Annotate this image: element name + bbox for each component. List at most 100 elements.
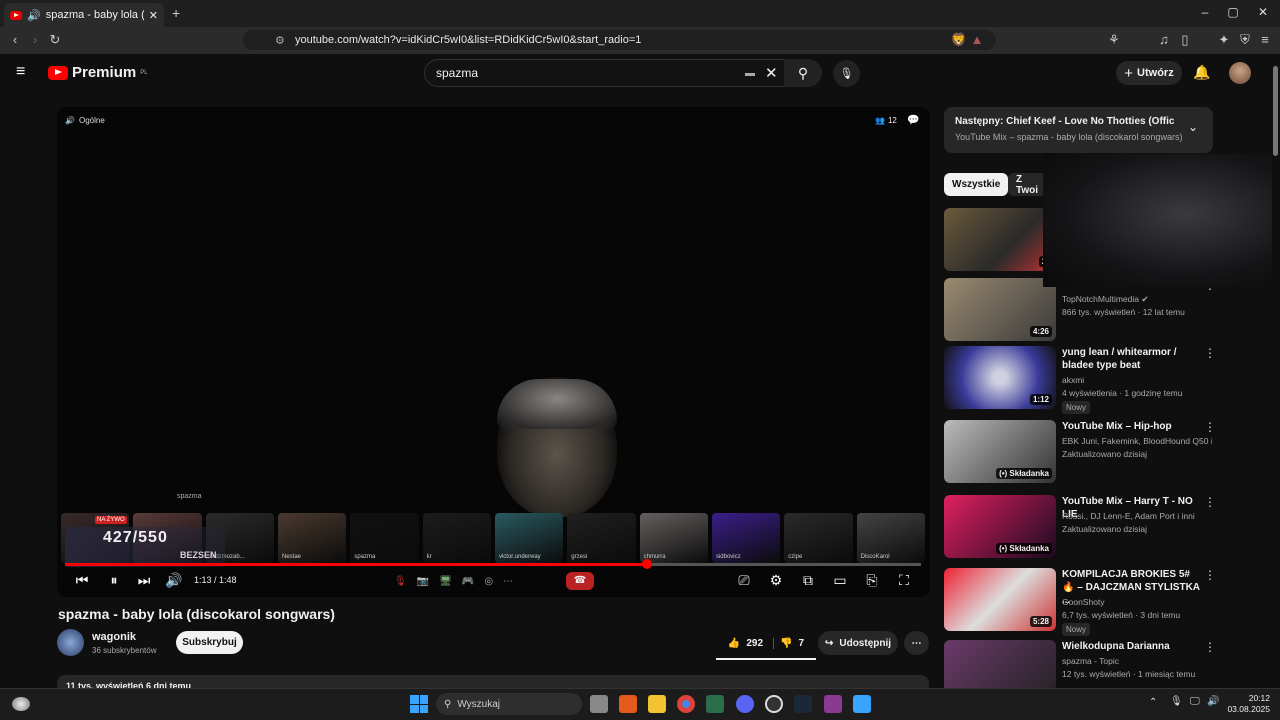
video-thumbnail[interactable]: (•) Składanka	[944, 420, 1056, 483]
participant-tile[interactable]: chmurra	[639, 513, 708, 563]
chip-all[interactable]: Wszystkie	[944, 173, 1009, 196]
chip-from-channel[interactable]: Z Twoi	[1008, 173, 1048, 196]
browser-tab[interactable]: 🔊 spazma - baby lola (discokarol ✕	[4, 3, 164, 27]
channel-avatar[interactable]	[57, 629, 84, 656]
participant-tile[interactable]: spazma	[350, 513, 419, 563]
minimize-button[interactable]: –	[1190, 5, 1220, 19]
chevron-down-icon[interactable]: ⌄	[1188, 120, 1198, 134]
create-button[interactable]: + Utwórz	[1116, 61, 1182, 85]
chat-icon[interactable]: 💬	[907, 115, 919, 126]
settings-icon[interactable]: ⚙	[765, 572, 787, 589]
video-thumbnail[interactable]: 5:28	[944, 568, 1056, 631]
mute-mic-icon[interactable]: 🎙	[394, 576, 407, 587]
task-view-icon[interactable]	[590, 695, 608, 713]
theater-mode-icon[interactable]: ▭	[829, 572, 851, 589]
sidebar-icon[interactable]: ▯	[1176, 31, 1194, 49]
video-thumbnail[interactable]: 2:	[944, 208, 1056, 271]
forward-icon[interactable]: ›	[26, 31, 44, 49]
participant-tile[interactable]: DiscoKarol	[856, 513, 925, 563]
menu-icon[interactable]: ≡	[1256, 31, 1274, 49]
pause-icon[interactable]: ⏸	[103, 572, 125, 589]
search-input[interactable]: spazma ▬ ✕	[424, 59, 785, 87]
audio-icon[interactable]: 🔊	[27, 9, 41, 22]
more-options-icon[interactable]: ⋮	[1204, 346, 1216, 360]
tray-chevron-icon[interactable]: ⌃	[1149, 697, 1157, 708]
volume-tray-icon[interactable]: 🔊	[1207, 696, 1219, 707]
steam-icon[interactable]	[794, 695, 812, 713]
tab-close-icon[interactable]: ✕	[149, 9, 158, 22]
more-options-icon[interactable]: ⋮	[1204, 568, 1216, 582]
video-thumbnail[interactable]: 4:26	[944, 278, 1056, 341]
maximize-button[interactable]: ▢	[1218, 5, 1248, 19]
channel-name[interactable]: wagonik	[92, 631, 136, 643]
more-call-icon[interactable]: ⋯	[503, 576, 513, 587]
reload-icon[interactable]: ↻	[46, 31, 64, 49]
new-tab-button[interactable]: +	[172, 5, 180, 21]
brave-rewards-icon[interactable]: ▲	[968, 31, 986, 49]
playlist-panel-header[interactable]: Następny: Chief Keef - Love No Thotties …	[944, 107, 1213, 153]
video-thumbnail[interactable]: (•) Składanka	[944, 495, 1056, 558]
subtitles-icon[interactable]: ⎚	[733, 572, 755, 589]
search-button[interactable]: ⚲	[784, 59, 822, 87]
file-explorer-icon[interactable]	[648, 695, 666, 713]
vpn-icon[interactable]: ⛨	[1236, 31, 1254, 49]
participant-tile[interactable]: grzesi	[567, 513, 636, 563]
system-clock[interactable]: 20:12 03.08.2025	[1224, 693, 1270, 715]
brave-shields-icon[interactable]: 🦁	[950, 31, 968, 49]
clock-app-icon[interactable]	[765, 695, 783, 713]
taskbar-search[interactable]: ⚲ Wyszukaj	[436, 693, 582, 715]
network-icon[interactable]: 🖵	[1190, 696, 1200, 707]
site-settings-icon[interactable]: ⚙	[275, 34, 285, 47]
widgets-icon[interactable]	[12, 697, 30, 711]
windows-start-icon[interactable]	[410, 695, 428, 713]
winrar-icon[interactable]	[824, 695, 842, 713]
scrubber-handle[interactable]	[642, 559, 653, 569]
participant-tile[interactable]: sidbovicz	[711, 513, 781, 563]
dislike-button[interactable]: 👎 7	[780, 638, 804, 649]
related-video-item[interactable]: (•) Składanka YouTube Mix – Hip-hop EBK Ju…	[944, 420, 1216, 486]
account-avatar[interactable]	[1229, 62, 1251, 84]
related-video-item[interactable]: 5:28 KOMPILACJA BROKIES 5# 🔥 – DAJCZMAN S…	[944, 568, 1216, 636]
leo-ai-icon[interactable]: ✦	[1215, 31, 1233, 49]
related-video-item[interactable]: (•) Składanka YouTube Mix – Harry T - NO …	[944, 495, 1216, 561]
more-options-icon[interactable]: ⋮	[1204, 420, 1216, 434]
video-player[interactable]: 🔊 Ogólne 👥 12 💬 spazma NA ŻYWO widzmozab...…	[57, 107, 930, 597]
extensions-icon[interactable]: ⚘	[1105, 31, 1123, 49]
participant-tile[interactable]: Nestae	[277, 513, 347, 563]
more-options-icon[interactable]: ⋮	[1204, 640, 1216, 654]
discord-icon[interactable]	[736, 695, 754, 713]
window-close-button[interactable]: ✕	[1248, 5, 1278, 19]
terminal-icon[interactable]	[706, 695, 724, 713]
scrollbar-thumb[interactable]	[1273, 66, 1278, 156]
camera-icon[interactable]: 📷	[417, 576, 429, 587]
guide-menu-icon[interactable]: ≡	[16, 63, 25, 81]
chrome-icon[interactable]	[677, 695, 695, 713]
participant-tile[interactable]: czipe	[784, 513, 853, 563]
miniplayer-icon[interactable]: ⧉	[797, 572, 819, 589]
video-thumbnail[interactable]: 1:12	[944, 346, 1056, 409]
like-button[interactable]: 👍 292	[728, 637, 775, 649]
voice-search-button[interactable]: 🎙	[833, 60, 860, 87]
subscribe-button[interactable]: Subskrybuj	[176, 631, 243, 654]
back-icon[interactable]: ‹	[6, 31, 24, 49]
screenshare-icon[interactable]: 🖥	[439, 576, 452, 587]
keyboard-icon[interactable]: ▬	[745, 68, 755, 79]
share-button[interactable]: ↪ Udostępnij	[818, 631, 898, 655]
related-video-item[interactable]: 4:26MovieTopNotchMultimedia ✔866 tys. wy…	[944, 278, 1216, 344]
tray-mic-icon[interactable]: 🎙	[1170, 696, 1183, 707]
youtube-premium-logo[interactable]: Premium PL	[48, 64, 148, 81]
related-video-item[interactable]: 1:12 yung lean / whitearmor / bladee type…	[944, 346, 1216, 414]
volume-icon[interactable]: 🔊	[163, 572, 185, 589]
fullscreen-icon[interactable]: ⛶	[893, 572, 915, 589]
previous-icon[interactable]: ⏮	[71, 572, 93, 589]
notifications-bell-icon[interactable]: 🔔	[1193, 64, 1210, 81]
notepad-icon[interactable]	[853, 695, 871, 713]
cast-icon[interactable]: ⎘	[861, 572, 883, 589]
clear-search-icon[interactable]: ✕	[765, 64, 778, 82]
media-icon[interactable]: ♫	[1155, 31, 1173, 49]
hang-up-button[interactable]: ☎	[566, 572, 594, 590]
participant-tile[interactable]: victor.underway	[494, 513, 564, 563]
more-options-icon[interactable]: ⋮	[1204, 495, 1216, 509]
activity-icon[interactable]: 🎮	[462, 576, 474, 587]
brave-browser-icon[interactable]	[619, 695, 637, 713]
